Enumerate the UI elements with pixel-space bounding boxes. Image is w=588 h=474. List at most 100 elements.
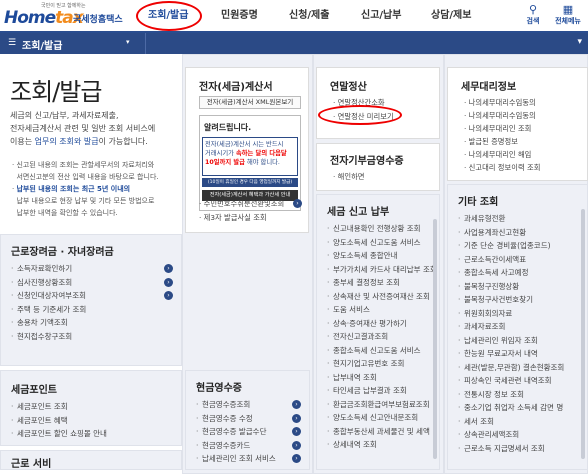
list-item[interactable]: 상세내역 조회 <box>327 438 433 452</box>
list-item[interactable]: 현지기업고유번호 조회 <box>327 357 433 371</box>
arrow-right-icon[interactable]: › <box>164 277 173 287</box>
list-item[interactable]: 소득자료확인하기› <box>11 262 173 276</box>
intro-line: 세금의 신고/납부, 과세자료제출, <box>10 111 119 120</box>
arrow-right-icon[interactable]: › <box>293 199 302 208</box>
list-item[interactable]: 신청인대상자여부조회› <box>11 289 173 303</box>
subbar-title[interactable]: 조회/발급 <box>22 37 62 52</box>
list-item[interactable]: 납세관리인 위임자 조회 <box>458 334 577 348</box>
list-item[interactable]: 한능원 무료교자서 내역 <box>458 347 577 361</box>
list-item[interactable]: 심사진행상황조회› <box>11 276 173 290</box>
list-item[interactable]: 환급금조회환급여부보험료조회 <box>327 398 433 412</box>
grid-menu-icon: ▦ <box>562 3 574 16</box>
list-item[interactable]: 불복청구사건번호찾기 <box>458 293 577 307</box>
einvoice-item[interactable]: 주민번호수취분전환및조회 <box>199 199 285 209</box>
agent-item[interactable]: 나의세무대리수임동의 <box>464 98 536 108</box>
einvoice-xml-button[interactable]: 전자(세금)계산서 XML원본보기 <box>199 96 301 109</box>
einvoice-item[interactable]: 제3자 발급사실 조회 <box>199 213 267 223</box>
list-item[interactable]: 현지접수창구조회 <box>11 330 173 344</box>
cash-receipt-list: 현금영수증조회› 현금영수증 수정› 현금영수증 발급수단› 현금영수증카드› … <box>186 394 309 466</box>
list-item[interactable]: 종합부동산세 과세물건 및 세액 <box>327 425 433 439</box>
nav-civil-certificate[interactable]: 민원증명 <box>221 0 258 31</box>
einvoice-notice: 알려드립니다. 전자(세금)계산서 시는 반드시 거래시기가 속하는 달의 다음… <box>199 115 301 211</box>
agent-item[interactable]: 나의세무대리수임동의 <box>464 111 536 121</box>
list-item[interactable]: 현금영수증 수정› <box>196 412 301 426</box>
all-menu-button[interactable]: ▦ 전체메뉴 <box>553 3 583 26</box>
arrow-right-icon[interactable]: › <box>292 454 301 463</box>
arrow-right-icon[interactable]: › <box>292 413 301 423</box>
list-item[interactable]: 피상속인 국세관련 내역조회 <box>458 374 577 388</box>
list-item[interactable]: 중소기업 취업자 소득세 감면 명 <box>458 401 577 415</box>
chevron-down-icon[interactable]: ▾ <box>126 38 130 46</box>
arrow-right-icon[interactable]: › <box>292 400 301 409</box>
list-item[interactable]: 기준 단순 경비율(업종코드) <box>458 239 577 253</box>
list-item[interactable]: 종합소득세 신고도움 서비스 <box>327 344 433 358</box>
list-item[interactable]: 송용차 기액조회 <box>11 316 173 330</box>
tax-agent-panel: 세무대리정보 나의세무대리수임동의 나의세무대리수임동의 나의세무대리인 조회 … <box>447 67 588 181</box>
hamburger-icon[interactable]: ☰ <box>8 38 16 48</box>
list-item[interactable]: 세서 조회 <box>458 415 577 429</box>
list-item[interactable]: 도움 서비스 <box>327 303 433 317</box>
list-item[interactable]: 부가가치세 카드사 대리납부 조회 <box>327 263 437 277</box>
list-item[interactable]: 상속재산 및 사전증여재산 조회 <box>327 290 433 304</box>
hometax-logo[interactable]: 국민이 믿고 함께하는 Hometax 국세청홈택스 <box>3 1 126 31</box>
nav-consult-report[interactable]: 상담/제보 <box>431 0 471 31</box>
tax-report-title: 세금 신고 납부 <box>327 207 390 218</box>
donation-item[interactable]: 해인하면 <box>333 172 365 182</box>
list-item[interactable]: 현금영수증 발급수단› <box>196 425 301 439</box>
list-item[interactable]: 양도소득세 신고도움 서비스 <box>327 236 433 250</box>
einvoice-panel: 전자(세금)계산서 전자(세금)계산서 XML원본보기 알려드립니다. 전자(세… <box>185 67 309 233</box>
list-item[interactable]: 근로소득간이세액표 <box>458 253 577 267</box>
arrow-right-icon[interactable]: › <box>164 291 173 300</box>
yearend-panel: 연말정산 연말정산간소화 연말정산 미리보기 <box>316 67 440 139</box>
divider <box>145 33 146 54</box>
search-button[interactable]: ⚲ 검색 <box>518 3 548 26</box>
list-item[interactable]: 납부내역 조회 <box>327 371 433 385</box>
nav-report-pay[interactable]: 신고/납부 <box>361 0 401 31</box>
agent-item[interactable]: 발급된 증명정보 <box>464 137 518 147</box>
list-item[interactable]: 사업용계좌신고현황 <box>458 226 577 240</box>
cash-receipt-title: 현금영수증 <box>196 383 242 394</box>
list-item[interactable]: 전통시장 정보 조회 <box>458 388 577 402</box>
chevron-down-icon[interactable]: ▾ <box>577 37 582 47</box>
list-item[interactable]: 종부세 결정정보 조회 <box>327 276 433 290</box>
list-item[interactable]: 전자신고결과조회 <box>327 330 433 344</box>
list-item[interactable]: 현금영수증조회› <box>196 398 301 412</box>
list-item[interactable]: 상속관리세액조회 <box>458 428 577 442</box>
list-item[interactable]: 과세자료조회 <box>458 320 577 334</box>
list-item[interactable]: 납세관리인 조회 서비스› <box>196 452 301 466</box>
arrow-right-icon[interactable]: › <box>292 440 301 450</box>
list-item[interactable]: 과세유형전환 <box>458 212 577 226</box>
list-item[interactable]: 주택 등 기준세가 조회 <box>11 303 173 317</box>
list-item[interactable]: 불복청구진행상황 <box>458 280 577 294</box>
list-item[interactable]: 상속·증여재산 평가하기 <box>327 317 433 331</box>
list-item[interactable]: 위원회회의자료 <box>458 307 577 321</box>
list-item[interactable]: 근로소득 지급명세서 조회 <box>458 442 577 456</box>
list-item[interactable]: 신고내용확인 전행상황 조회 <box>327 222 433 236</box>
list-item[interactable]: 양도소득세 종합안내 <box>327 249 433 263</box>
agent-item[interactable]: 신고대리 정보이력 조회 <box>464 163 541 173</box>
list-item[interactable]: 세관(발문,무관함) 결손현황조회 <box>458 361 577 375</box>
agent-item[interactable]: 나의세무대리인 해임 <box>464 150 532 160</box>
list-item[interactable]: 세금포인트 할인 쇼핑몰 안내 <box>11 427 173 441</box>
etc-inquiry-title: 기타 조회 <box>458 197 499 208</box>
tax-agent-title: 세무대리정보 <box>461 82 517 93</box>
notice-title: 알려드립니다. <box>204 123 252 132</box>
scrollbar[interactable] <box>433 219 437 459</box>
arrow-right-icon[interactable]: › <box>164 264 173 273</box>
agent-item[interactable]: 나의세무대리인 조회 <box>464 124 532 134</box>
list-item[interactable]: 세금포인트 혜택 <box>11 414 173 428</box>
note-line: · 납부된 내용의 조회는 최근 5년 이내의 <box>12 185 131 193</box>
list-item[interactable]: 종합소득세 사고예정 <box>458 266 577 280</box>
scrollbar[interactable] <box>581 209 585 459</box>
list-item[interactable]: 타인세금 납부결과 조회 <box>327 384 433 398</box>
list-item[interactable]: 현금영수증카드› <box>196 439 301 453</box>
arrow-right-icon[interactable]: › <box>292 427 301 436</box>
notice-holiday-note: (10일이 휴일인 경우 다음 영업일까지 발급) <box>202 178 298 187</box>
list-item[interactable]: 세금포인트 조회 <box>11 400 173 414</box>
list-item[interactable]: 양도소득세 신고안내문조회 <box>327 411 433 425</box>
labor-incentive-list: 소득자료확인하기› 심사진행상황조회› 신청인대상자여부조회› 주택 등 기준세… <box>1 258 181 343</box>
note-line: 납부 내용으로 현장 납부 및 기타 모든 방법으로 <box>16 197 155 205</box>
nav-apply-submit[interactable]: 신청/제출 <box>289 0 329 31</box>
yearend-title: 연말정산 <box>330 82 367 93</box>
etc-inquiry-list: 과세유형전환 사업용계좌신고현황 기준 단순 경비율(업종코드) 근로소득간이세… <box>448 208 587 455</box>
